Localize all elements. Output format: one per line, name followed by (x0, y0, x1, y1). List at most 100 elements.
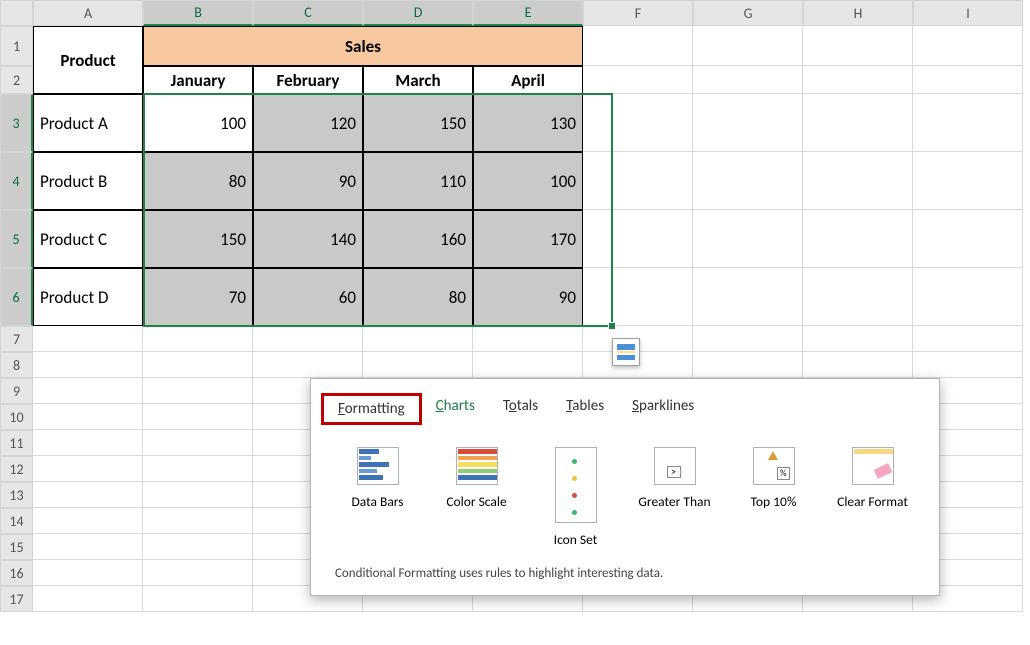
product-label[interactable]: Product D (33, 268, 143, 326)
data-cell[interactable]: 80 (363, 268, 473, 326)
cell-I4[interactable] (913, 152, 1023, 210)
col-header-H[interactable]: H (803, 0, 913, 26)
month-header-april[interactable]: April (473, 66, 583, 94)
cell-H5[interactable] (803, 210, 913, 268)
cell-F2[interactable] (583, 66, 693, 94)
cell-G1[interactable] (693, 26, 803, 66)
row-header-6[interactable]: 6 (0, 268, 33, 326)
cell-G2[interactable] (693, 66, 803, 94)
col-header-B[interactable]: B (143, 0, 253, 26)
col-header-I[interactable]: I (913, 0, 1023, 26)
cell-D7[interactable] (363, 326, 473, 352)
cell-A10[interactable] (33, 404, 143, 430)
cell-H7[interactable] (803, 326, 913, 352)
product-label[interactable]: Product B (33, 152, 143, 210)
quick-analysis-button[interactable] (612, 338, 640, 366)
row-header-3[interactable]: 3 (0, 94, 33, 152)
col-header-F[interactable]: F (583, 0, 693, 26)
cell-I3[interactable] (913, 94, 1023, 152)
item-top-10[interactable]: % Top 10% (731, 447, 816, 548)
cell-B11[interactable] (143, 430, 253, 456)
data-cell[interactable]: 80 (143, 152, 253, 210)
item-data-bars[interactable]: Data Bars (335, 447, 420, 548)
data-cell[interactable]: 90 (473, 268, 583, 326)
cell-F4[interactable] (583, 152, 693, 210)
cell-E7[interactable] (473, 326, 583, 352)
item-greater-than[interactable]: > Greater Than (632, 447, 717, 548)
row-header-12[interactable]: 12 (0, 456, 33, 482)
data-cell[interactable]: 100 (473, 152, 583, 210)
tab-sparklines[interactable]: Sparklines (632, 397, 694, 421)
tab-charts[interactable]: Charts (436, 397, 475, 421)
cell-A14[interactable] (33, 508, 143, 534)
cell-F3[interactable] (583, 94, 693, 152)
month-header-february[interactable]: February (253, 66, 363, 94)
col-header-E[interactable]: E (473, 0, 583, 26)
cell-H8[interactable] (803, 352, 913, 378)
cell-G3[interactable] (693, 94, 803, 152)
row-header-9[interactable]: 9 (0, 378, 33, 404)
cell-A15[interactable] (33, 534, 143, 560)
row-header-17[interactable]: 17 (0, 586, 33, 612)
cell-C7[interactable] (253, 326, 363, 352)
col-header-D[interactable]: D (363, 0, 473, 26)
product-header[interactable]: Product (33, 26, 143, 94)
tab-tables[interactable]: Tables (566, 397, 604, 421)
cell-C8[interactable] (253, 352, 363, 378)
cell-I1[interactable] (913, 26, 1023, 66)
row-header-14[interactable]: 14 (0, 508, 33, 534)
row-header-4[interactable]: 4 (0, 152, 33, 210)
data-cell[interactable]: 160 (363, 210, 473, 268)
cell-G5[interactable] (693, 210, 803, 268)
cell-B17[interactable] (143, 586, 253, 612)
cell-H2[interactable] (803, 66, 913, 94)
fill-handle[interactable] (608, 322, 616, 330)
cell-A11[interactable] (33, 430, 143, 456)
row-header-7[interactable]: 7 (0, 326, 33, 352)
cell-F6[interactable] (583, 268, 693, 326)
cell-G8[interactable] (693, 352, 803, 378)
cell-A17[interactable] (33, 586, 143, 612)
product-label[interactable]: Product C (33, 210, 143, 268)
cell-I5[interactable] (913, 210, 1023, 268)
data-cell[interactable]: 130 (473, 94, 583, 152)
item-color-scale[interactable]: Color Scale (434, 447, 519, 548)
cell-G7[interactable] (693, 326, 803, 352)
data-cell[interactable]: 70 (143, 268, 253, 326)
cell-B9[interactable] (143, 378, 253, 404)
data-cell[interactable]: 120 (253, 94, 363, 152)
select-all-corner[interactable] (0, 0, 33, 26)
data-cell[interactable]: 150 (143, 210, 253, 268)
cell-B12[interactable] (143, 456, 253, 482)
product-label[interactable]: Product A (33, 94, 143, 152)
cell-A8[interactable] (33, 352, 143, 378)
data-cell[interactable]: 60 (253, 268, 363, 326)
month-header-january[interactable]: January (143, 66, 253, 94)
col-header-G[interactable]: G (693, 0, 803, 26)
cell-B8[interactable] (143, 352, 253, 378)
tab-formatting[interactable]: Formatting (321, 393, 422, 425)
cell-F1[interactable] (583, 26, 693, 66)
data-cell[interactable]: 100 (143, 94, 253, 152)
cell-H3[interactable] (803, 94, 913, 152)
cell-I7[interactable] (913, 326, 1023, 352)
item-icon-set[interactable]: Icon Set (533, 447, 618, 548)
row-header-8[interactable]: 8 (0, 352, 33, 378)
cell-G4[interactable] (693, 152, 803, 210)
cell-A13[interactable] (33, 482, 143, 508)
cell-B15[interactable] (143, 534, 253, 560)
row-header-5[interactable]: 5 (0, 210, 33, 268)
data-cell[interactable]: 150 (363, 94, 473, 152)
cell-B14[interactable] (143, 508, 253, 534)
row-header-2[interactable]: 2 (0, 66, 33, 94)
cell-I8[interactable] (913, 352, 1023, 378)
row-header-15[interactable]: 15 (0, 534, 33, 560)
sales-header[interactable]: Sales (143, 26, 583, 66)
cell-H6[interactable] (803, 268, 913, 326)
tab-totals[interactable]: Totals (503, 397, 538, 421)
cell-A9[interactable] (33, 378, 143, 404)
cell-B10[interactable] (143, 404, 253, 430)
row-header-10[interactable]: 10 (0, 404, 33, 430)
cell-D8[interactable] (363, 352, 473, 378)
row-header-16[interactable]: 16 (0, 560, 33, 586)
